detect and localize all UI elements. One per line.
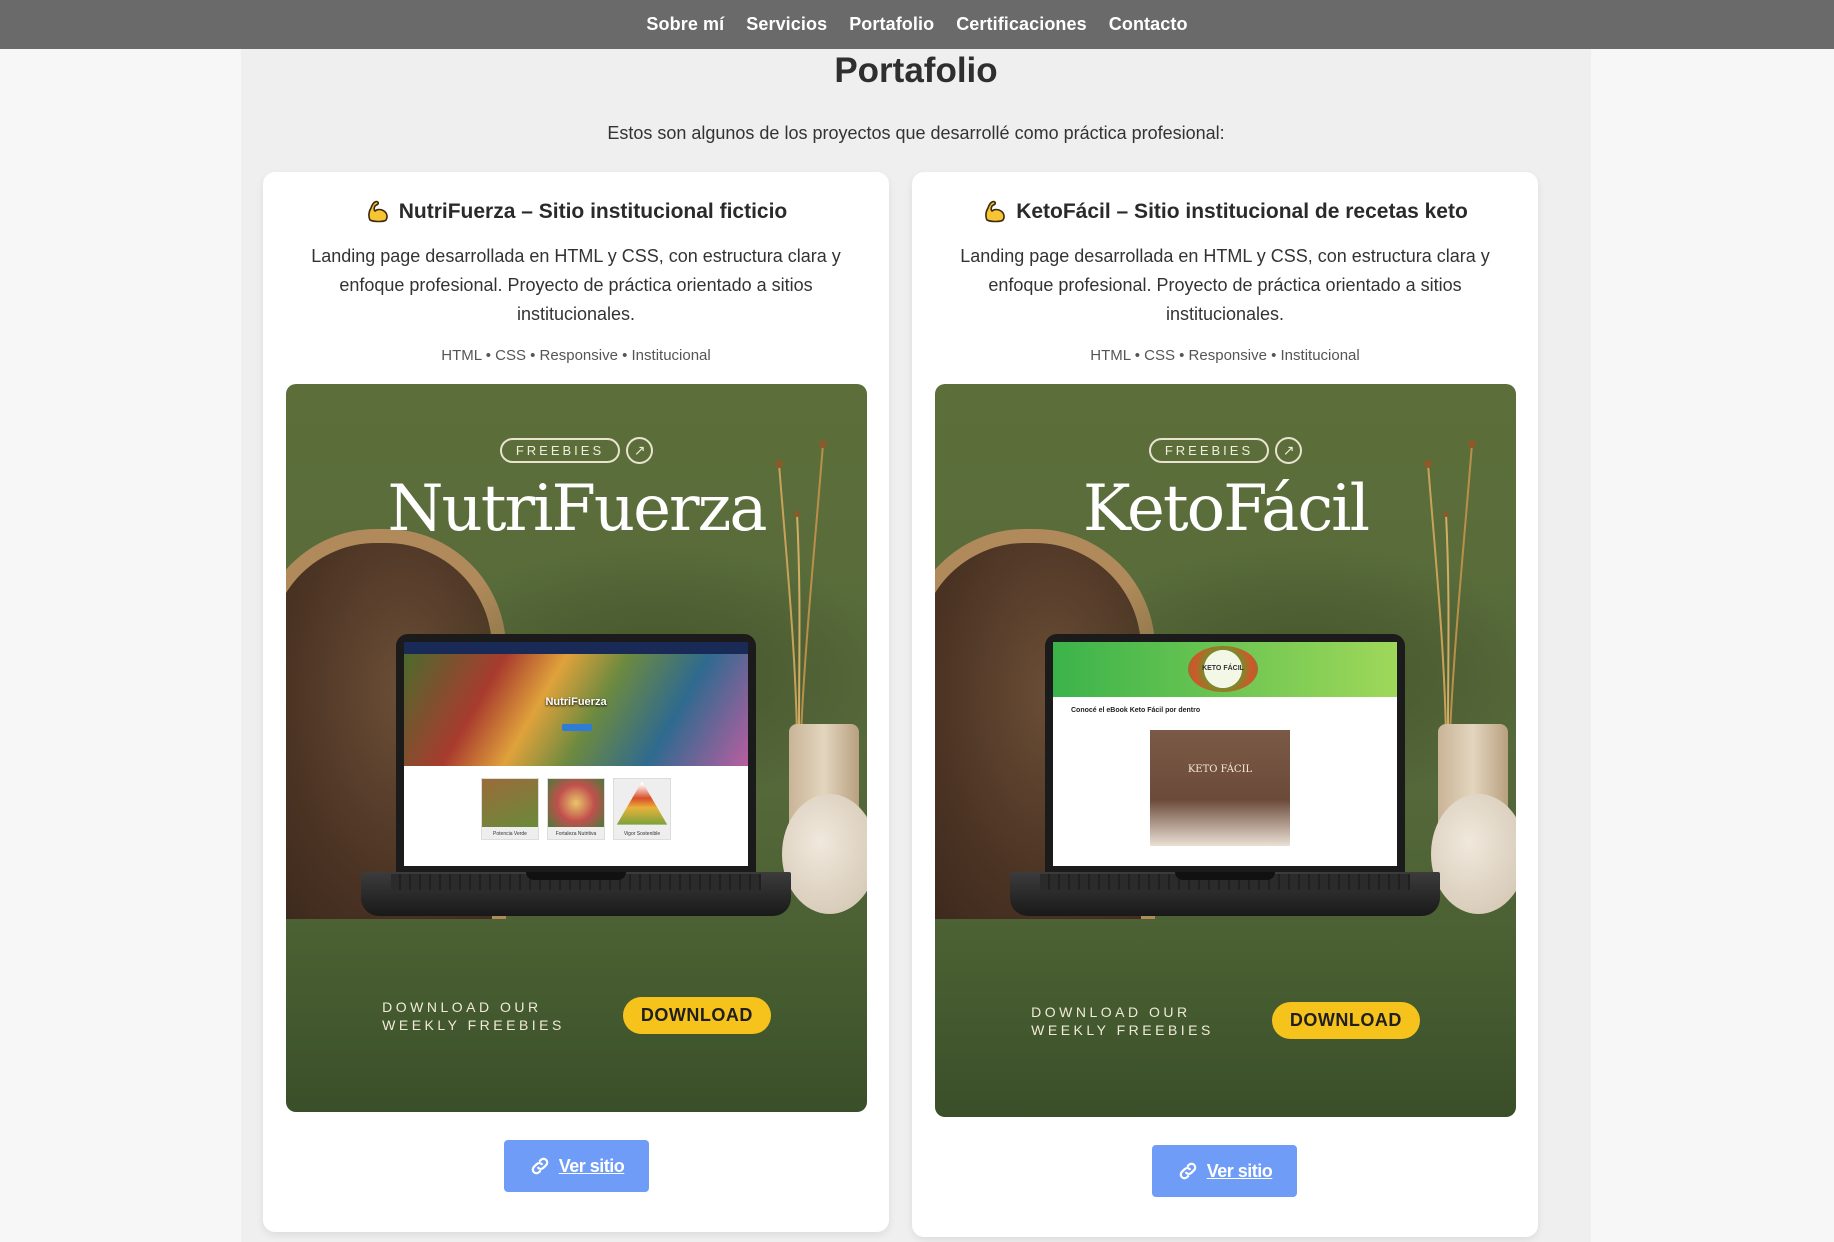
nav-link-sobre-mi[interactable]: Sobre mí — [646, 14, 724, 35]
project-title-text: NutriFuerza – Sitio institucional fictic… — [398, 200, 788, 223]
ver-sitio-button[interactable]: Ver sitio — [504, 1140, 649, 1192]
project-tags: HTML • CSS • Responsive • Institucional — [441, 347, 711, 364]
project-mockup-image: FREEBIES ↗ NutriFuerza NutriFuerza Poten… — [286, 384, 867, 1112]
screen-ebook-cover: KETO FÁCIL — [1150, 730, 1290, 846]
project-description: Landing page desarrollada en HTML y CSS,… — [311, 246, 841, 324]
freebies-badge: FREEBIES — [499, 438, 621, 463]
download-badge: DOWNLOAD — [622, 997, 771, 1034]
project-tags: HTML • CSS • Responsive • Institucional — [1090, 347, 1360, 364]
nav-link-servicios[interactable]: Servicios — [746, 14, 827, 35]
screen-thumb: Vigor Sostenible — [613, 778, 671, 840]
mockup-brand-title: KetoFácil — [1082, 472, 1370, 546]
mockup-brand-title: NutriFuerza — [387, 472, 768, 546]
project-title: KetoFácil – Sitio institucional de recet… — [912, 199, 1538, 225]
arrow-up-right-icon: ↗ — [1275, 437, 1303, 464]
download-badge: DOWNLOAD — [1271, 1002, 1420, 1039]
cta-text: DOWNLOAD OUR WEEKLY FREEBIES — [382, 998, 565, 1033]
flexed-biceps-icon — [367, 200, 388, 223]
screen-logo: KETO FÁCIL — [1188, 646, 1258, 692]
screen-thumb: Fortaleza Nutritiva — [547, 778, 605, 840]
project-mockup-image: FREEBIES ↗ KetoFácil KETO FÁCIL Conocé e… — [935, 384, 1516, 1117]
laptop-screen: NutriFuerza Potencia Verde Fortaleza Nut… — [404, 642, 748, 866]
top-navbar: Sobre mí Servicios Portafolio Certificac… — [0, 0, 1834, 49]
ver-sitio-label: Ver sitio — [1206, 1160, 1273, 1181]
cta-text: DOWNLOAD OUR WEEKLY FREEBIES — [1031, 1003, 1214, 1038]
portfolio-section: Portafolio Estos son algunos de los proy… — [241, 49, 1591, 1242]
freebies-badge: FREEBIES — [1148, 438, 1270, 463]
link-icon — [1179, 1162, 1197, 1180]
laptop-mockup: NutriFuerza Potencia Verde Fortaleza Nut… — [361, 634, 791, 934]
ver-sitio-button[interactable]: Ver sitio — [1152, 1145, 1297, 1197]
project-description: Landing page desarrollada en HTML y CSS,… — [960, 246, 1490, 324]
ver-sitio-label: Ver sitio — [558, 1155, 625, 1176]
project-card-nutrifuerza: NutriFuerza – Sitio institucional fictic… — [263, 172, 889, 1232]
project-title-text: KetoFácil – Sitio institucional de recet… — [1016, 200, 1468, 223]
screen-heading: Conocé el eBook Keto Fácil por dentro — [1071, 707, 1201, 714]
link-icon — [531, 1157, 549, 1175]
section-title: Portafolio — [834, 51, 998, 90]
nav-link-certificaciones[interactable]: Certificaciones — [956, 14, 1087, 35]
screen-thumb: Potencia Verde — [481, 778, 539, 840]
nav-link-contacto[interactable]: Contacto — [1109, 14, 1188, 35]
nav-link-portafolio[interactable]: Portafolio — [849, 14, 934, 35]
laptop-screen: KETO FÁCIL Conocé el eBook Keto Fácil po… — [1053, 642, 1397, 866]
arrow-up-right-icon: ↗ — [626, 437, 654, 464]
section-intro: Estos son algunos de los proyectos que d… — [607, 123, 1225, 143]
project-title: NutriFuerza – Sitio institucional fictic… — [263, 199, 889, 225]
flexed-biceps-icon — [985, 200, 1006, 223]
laptop-mockup: KETO FÁCIL Conocé el eBook Keto Fácil po… — [1010, 634, 1440, 934]
project-card-ketofacil: KetoFácil – Sitio institucional de recet… — [912, 172, 1538, 1237]
screen-hero-title: NutriFuerza — [545, 696, 607, 708]
